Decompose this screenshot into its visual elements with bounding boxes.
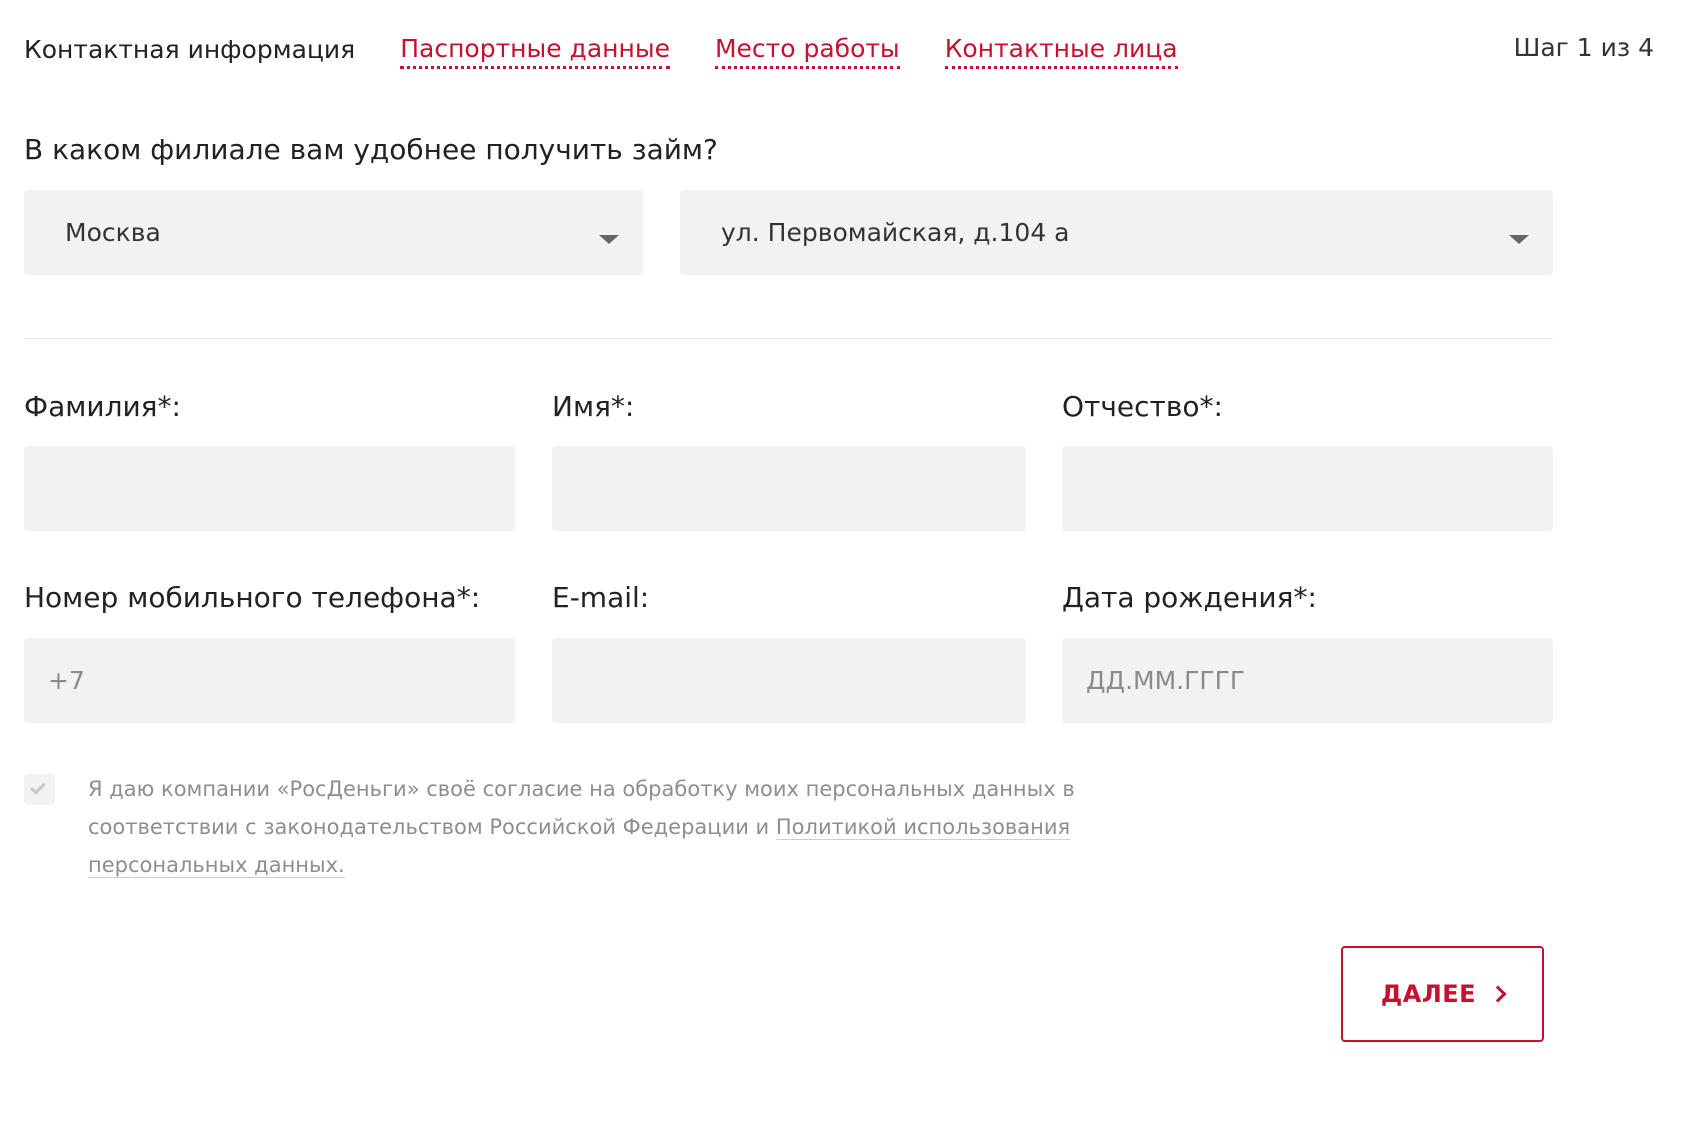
email-input[interactable] bbox=[552, 638, 1026, 723]
lastname-input[interactable] bbox=[24, 446, 515, 531]
patronymic-label: Отчество*: bbox=[1062, 390, 1223, 423]
firstname-input[interactable] bbox=[552, 446, 1026, 531]
branch-question: В каком филиале вам удобнее получить зай… bbox=[24, 133, 718, 166]
birthdate-input[interactable]: ДД.ММ.ГГГГ bbox=[1062, 638, 1553, 723]
step-contact-persons[interactable]: Контактные лица bbox=[944, 32, 1178, 69]
consent-text: Я даю компании «РосДеньги» своё согласие… bbox=[88, 770, 1148, 884]
email-label: E-mail: bbox=[552, 581, 650, 614]
city-select[interactable]: Москва bbox=[24, 190, 643, 275]
birthdate-label: Дата рождения*: bbox=[1062, 581, 1317, 614]
check-icon bbox=[30, 779, 46, 795]
caret-down-icon bbox=[1509, 235, 1529, 244]
firstname-label: Имя*: bbox=[552, 390, 635, 423]
consent-checkbox[interactable] bbox=[24, 774, 55, 805]
city-select-value: Москва bbox=[65, 218, 161, 247]
branch-address-select[interactable]: ул. Первомайская, д.104 а bbox=[680, 190, 1553, 275]
step-contact-info: Контактная информация bbox=[24, 35, 356, 64]
steps-nav: Контактная информация Паспортные данные … bbox=[24, 28, 1654, 72]
chevron-right-icon bbox=[1489, 985, 1507, 1003]
phone-input[interactable]: +7 bbox=[24, 638, 515, 723]
branch-address-value: ул. Первомайская, д.104 а bbox=[721, 218, 1070, 247]
caret-down-icon bbox=[599, 235, 619, 244]
phone-label: Номер мобильного телефона*: bbox=[24, 581, 481, 614]
step-passport[interactable]: Паспортные данные bbox=[400, 32, 670, 69]
loan-application-form: Контактная информация Паспортные данные … bbox=[0, 0, 1688, 1146]
lastname-label: Фамилия*: bbox=[24, 390, 181, 423]
birthdate-placeholder: ДД.ММ.ГГГГ bbox=[1086, 666, 1246, 695]
step-counter: Шаг 1 из 4 bbox=[1513, 33, 1654, 62]
step-workplace[interactable]: Место работы bbox=[714, 32, 900, 69]
phone-input-value: +7 bbox=[48, 666, 85, 695]
next-button[interactable]: ДАЛЕЕ bbox=[1341, 946, 1544, 1042]
patronymic-input[interactable] bbox=[1062, 446, 1553, 531]
section-divider bbox=[24, 338, 1553, 339]
next-button-label: ДАЛЕЕ bbox=[1380, 980, 1477, 1008]
